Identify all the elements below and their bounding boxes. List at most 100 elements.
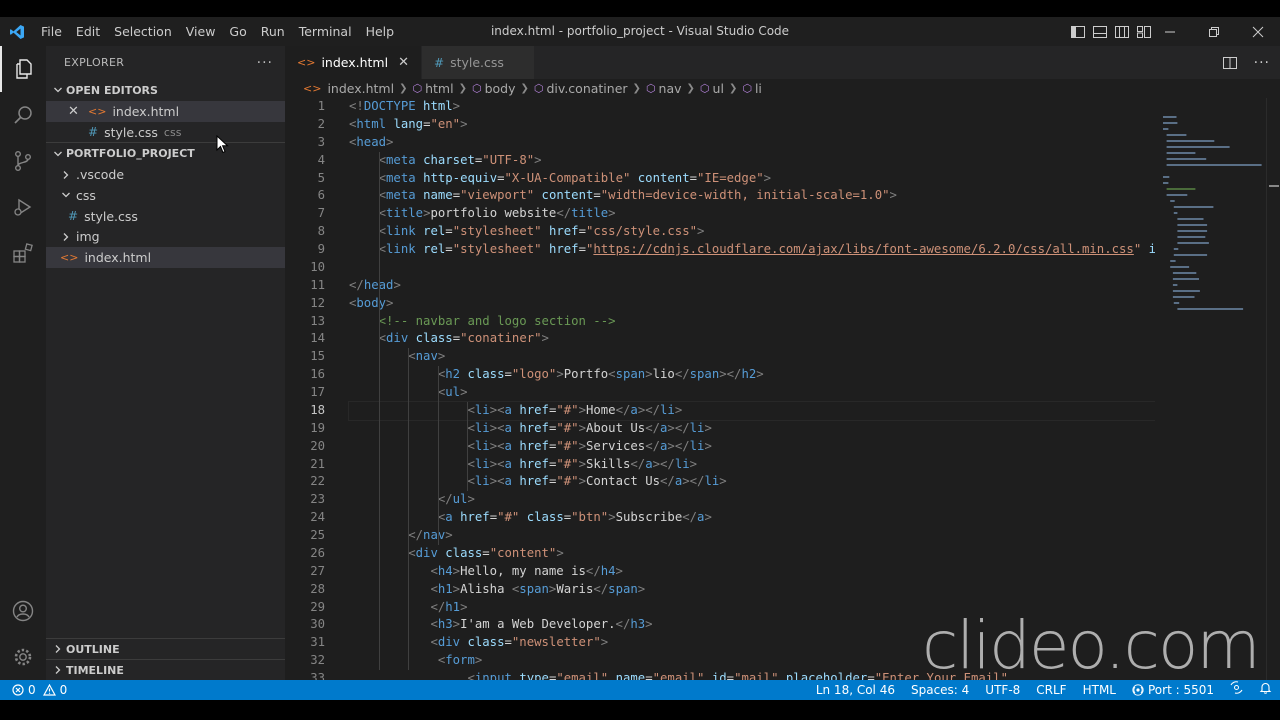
line-number: 27	[310, 563, 325, 578]
menu-help[interactable]: Help	[359, 17, 402, 46]
project-section[interactable]: PORTFOLIO_PROJECT	[46, 142, 285, 164]
code-line[interactable]: <meta name="viewport" content="width=dev…	[349, 187, 1155, 205]
code-line[interactable]: <meta charset="UTF-8">	[349, 152, 1155, 170]
menu-run[interactable]: Run	[254, 17, 292, 46]
menu-view[interactable]: View	[179, 17, 223, 46]
code-line[interactable]: <input type="email" name="email" id="mai…	[349, 670, 1155, 680]
code-line[interactable]: <link rel="stylesheet" href="https://cdn…	[349, 241, 1155, 259]
minimap[interactable]	[1155, 98, 1265, 680]
code-line[interactable]: <div class="conatiner">	[349, 330, 1155, 348]
more-actions-icon[interactable]: ···	[1254, 55, 1270, 71]
search-icon[interactable]	[0, 92, 46, 138]
code-line[interactable]: <!-- navbar and logo section -->	[349, 313, 1155, 331]
open-editors-label: OPEN EDITORS	[66, 83, 158, 97]
menu-file[interactable]: File	[34, 17, 69, 46]
close-editor-icon[interactable]: ✕	[68, 104, 82, 119]
tree-item-index-html[interactable]: <> index.html	[46, 247, 285, 268]
breadcrumb-item[interactable]: body	[485, 81, 516, 96]
notifications-bell-icon[interactable]	[1251, 680, 1280, 700]
split-editor-icon[interactable]	[1222, 55, 1238, 71]
close-window-button[interactable]	[1236, 17, 1280, 46]
breadcrumb-item[interactable]: li	[755, 81, 762, 96]
code-line[interactable]: <li><a href="#">About Us</a></li>	[349, 420, 1155, 438]
tree-item-css[interactable]: css	[46, 185, 285, 206]
toggle-panel-icon[interactable]	[1092, 24, 1108, 40]
toggle-primary-sidebar-icon[interactable]	[1070, 24, 1086, 40]
code-line[interactable]: <meta http-equiv="X-UA-Compatible" conte…	[349, 170, 1155, 188]
minimize-button[interactable]	[1148, 17, 1192, 46]
timeline-section[interactable]: TIMELINE	[46, 659, 285, 680]
breadcrumb-item[interactable]: html	[425, 81, 453, 96]
code-line[interactable]: <h2 class="logo">Portfo<span>lio</span><…	[349, 366, 1155, 384]
explorer-icon[interactable]	[0, 46, 46, 92]
cursor-position[interactable]: Ln 18, Col 46	[808, 680, 903, 700]
code-lines[interactable]: <!DOCTYPE html> <html lang="en"> <head> <m…	[348, 98, 1155, 680]
code-line[interactable]	[349, 259, 1155, 277]
element-symbol-icon: ⬡	[645, 82, 656, 95]
code-line[interactable]: <h1>Alisha <span>Waris</span>	[349, 581, 1155, 599]
error-count: 0	[28, 683, 36, 697]
open-editor-item[interactable]: # style.css css	[46, 122, 285, 143]
tree-item-vscode[interactable]: .vscode	[46, 164, 285, 185]
code-line[interactable]: </nav>	[349, 527, 1155, 545]
code-line[interactable]: <title>portfolio website</title>	[349, 205, 1155, 223]
code-line[interactable]: <li><a href="#">Home</a></li>	[348, 400, 1155, 421]
outline-section[interactable]: OUTLINE	[46, 638, 285, 659]
problems-indicator[interactable]: 0 0	[0, 683, 67, 697]
code-editor[interactable]: 1 2 3 4 5 6 7 8 9 10 11 12 13 14 15 16 17 18 19 20 21 22 23 24 2…	[285, 98, 1155, 680]
gear-icon[interactable]	[0, 634, 46, 680]
menu-go[interactable]: Go	[222, 17, 253, 46]
html-file-icon: <>	[88, 104, 107, 118]
restore-button[interactable]	[1192, 17, 1236, 46]
language-mode[interactable]: HTML	[1075, 680, 1124, 700]
code-line[interactable]: <div class="newsletter">	[349, 634, 1155, 652]
code-line[interactable]: </h1>	[349, 599, 1155, 617]
code-line[interactable]: <html lang="en">	[349, 116, 1155, 134]
more-actions-icon[interactable]: ···	[257, 55, 273, 71]
code-line[interactable]: </ul>	[349, 491, 1155, 509]
tree-item-style-css[interactable]: # style.css	[46, 206, 285, 227]
encoding[interactable]: UTF-8	[977, 680, 1028, 700]
tree-item-img[interactable]: img	[46, 226, 285, 247]
open-editor-folder: css	[163, 125, 182, 139]
code-line[interactable]: <a href="#" class="btn">Subscribe</a>	[349, 509, 1155, 527]
code-line[interactable]: <li><a href="#">Services</a></li>	[349, 438, 1155, 456]
line-ending[interactable]: CRLF	[1028, 680, 1074, 700]
account-icon[interactable]	[0, 588, 46, 634]
code-line[interactable]: <!DOCTYPE html>	[349, 98, 1155, 116]
code-line[interactable]: <ul>	[349, 384, 1155, 402]
code-line[interactable]: <h4>Hello, my name is</h4>	[349, 563, 1155, 581]
run-debug-icon[interactable]	[0, 184, 46, 230]
menu-selection[interactable]: Selection	[107, 17, 179, 46]
tab-index-html[interactable]: <> index.html ✕	[285, 46, 422, 79]
open-editor-item[interactable]: ✕ <> index.html	[46, 101, 285, 122]
source-control-icon[interactable]	[0, 138, 46, 184]
indentation[interactable]: Spaces: 4	[903, 680, 977, 700]
code-line[interactable]: <nav>	[349, 348, 1155, 366]
feedback-icon[interactable]	[1222, 680, 1251, 700]
breadcrumb-item[interactable]: index.html	[327, 81, 394, 96]
line-number: 13	[310, 313, 325, 328]
toggle-secondary-sidebar-icon[interactable]	[1114, 24, 1130, 40]
code-line[interactable]: <li><a href="#">Skills</a></li>	[349, 456, 1155, 474]
live-server-port[interactable]: Port : 5501	[1124, 680, 1222, 700]
extensions-icon[interactable]	[0, 230, 46, 276]
code-line[interactable]: <body>	[349, 295, 1155, 313]
open-editors-section[interactable]: OPEN EDITORS	[46, 79, 285, 101]
code-line[interactable]: <head>	[349, 134, 1155, 152]
code-line[interactable]: <link rel="stylesheet" href="css/style.c…	[349, 223, 1155, 241]
code-line[interactable]: </head>	[349, 277, 1155, 295]
code-line[interactable]: <h3>I'am a Web Developer.</h3>	[349, 616, 1155, 634]
menu-edit[interactable]: Edit	[69, 17, 107, 46]
code-line[interactable]: <form>	[349, 652, 1155, 670]
breadcrumb-item[interactable]: div.conatiner	[547, 81, 628, 96]
sidebar-bottom-sections: OUTLINE TIMELINE	[46, 638, 285, 680]
menu-terminal[interactable]: Terminal	[292, 17, 359, 46]
code-line[interactable]: <div class="content">	[349, 545, 1155, 563]
tab-style-css[interactable]: # style.css	[422, 46, 535, 79]
code-line[interactable]: <li><a href="#">Contact Us</a></li>	[349, 473, 1155, 491]
close-tab-icon[interactable]: ✕	[398, 55, 409, 70]
breadcrumb-item[interactable]: nav	[659, 81, 682, 96]
vertical-scrollbar[interactable]	[1266, 98, 1280, 680]
breadcrumb-item[interactable]: ul	[713, 81, 724, 96]
